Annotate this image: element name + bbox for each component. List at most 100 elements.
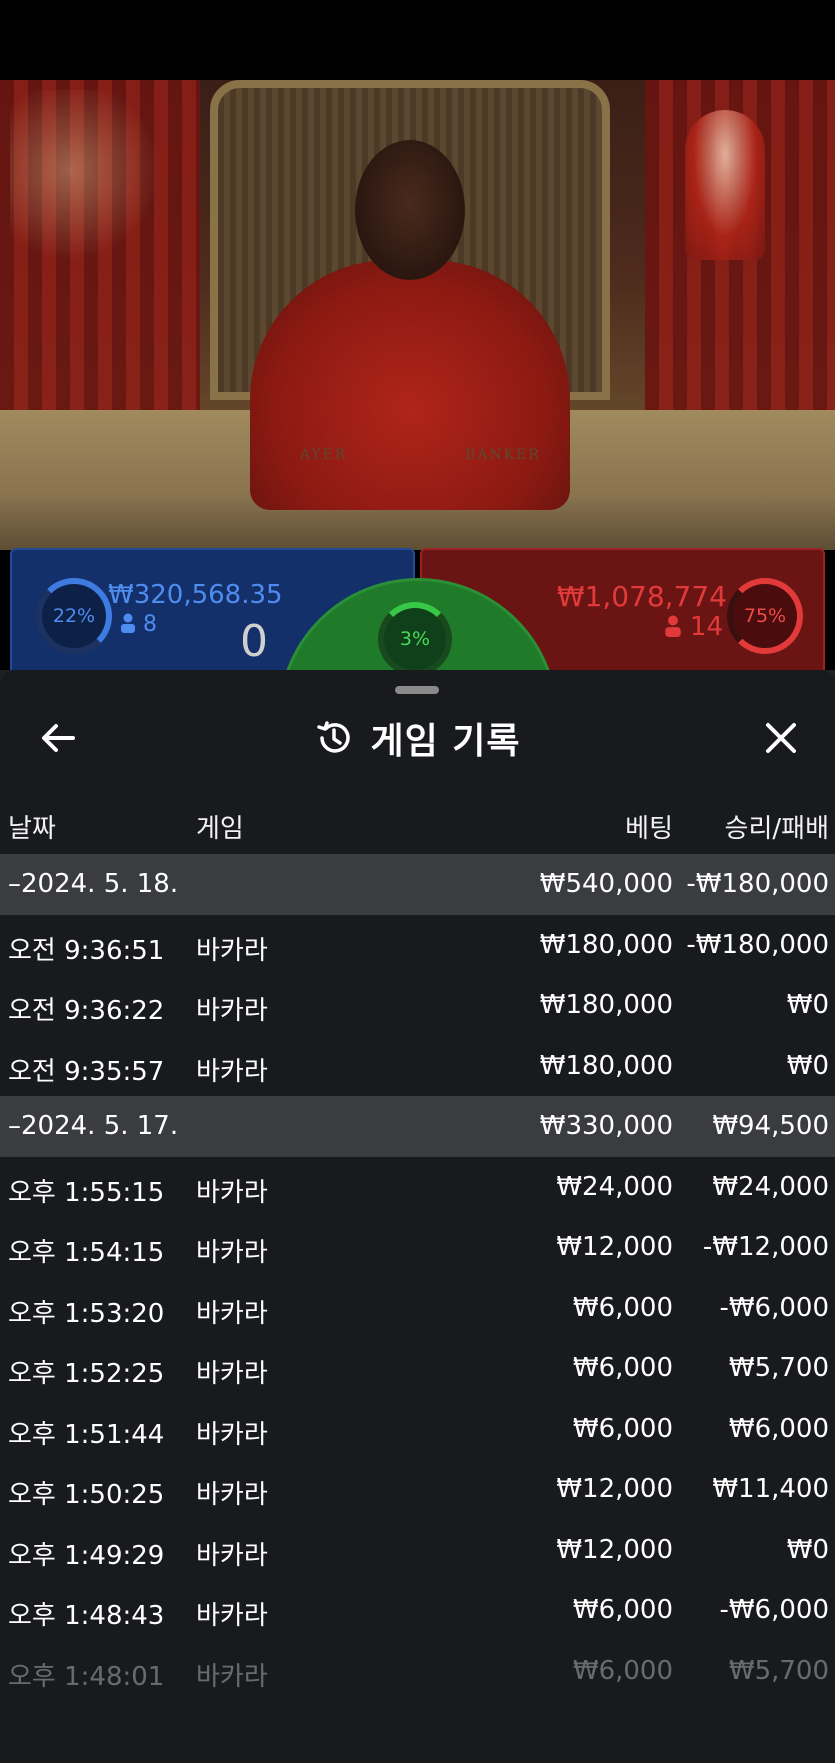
- row-result: ₩0: [786, 1050, 829, 1081]
- column-header-date: 날짜: [8, 814, 56, 844]
- banker-percent-ring: 75%: [727, 578, 803, 654]
- row-bet: ₩6,000: [572, 1655, 673, 1686]
- row-game: 바카라: [196, 935, 268, 966]
- row-result: ₩24,000: [712, 1171, 829, 1202]
- date-group-row[interactable]: –2024. 5. 17. ₩330,000 ₩94,500: [0, 1096, 835, 1157]
- close-button[interactable]: [757, 714, 805, 762]
- row-result: ₩0: [786, 990, 829, 1020]
- history-row: 오후 1:53:20 바카라 ₩6,000 -₩6,000: [0, 1278, 835, 1339]
- table-label-banker: BANKER: [465, 447, 541, 463]
- row-result: ₩94,500: [712, 1111, 829, 1141]
- column-header-bet: 베팅: [625, 814, 673, 844]
- player-score: 0: [240, 616, 268, 667]
- row-result: ₩6,000: [728, 1413, 829, 1444]
- history-clock-icon: [317, 721, 351, 753]
- live-dealer-video: AYER BANKER: [0, 80, 835, 550]
- row-bet: ₩6,000: [572, 1595, 673, 1625]
- history-row: 오전 9:36:51 바카라 ₩180,000 -₩180,000: [0, 915, 835, 976]
- row-result: ₩11,400: [712, 1474, 829, 1504]
- history-row: 오후 1:49:29 바카라 ₩12,000 ₩0: [0, 1520, 835, 1581]
- history-row: 오후 1:51:44 바카라 ₩6,000 ₩6,000: [0, 1399, 835, 1460]
- row-bet: ₩330,000: [539, 1111, 673, 1141]
- history-row: 오후 1:54:15 바카라 ₩12,000 -₩12,000: [0, 1217, 835, 1278]
- row-game: 바카라: [196, 1540, 268, 1571]
- row-game: 바카라: [196, 1238, 268, 1268]
- player-percent: 22%: [52, 605, 96, 627]
- tie-percent-ring: 3%: [378, 602, 452, 676]
- player-percent-ring: 22%: [36, 578, 112, 654]
- row-time: –2024. 5. 18.: [8, 869, 179, 899]
- row-result: -₩6,000: [719, 1595, 829, 1625]
- row-time: 오전 9:36:51: [8, 935, 165, 966]
- row-bet: ₩540,000: [539, 869, 673, 899]
- history-row: 오후 1:48:43 바카라 ₩6,000 -₩6,000: [0, 1580, 835, 1641]
- sheet-drag-handle[interactable]: [395, 686, 439, 694]
- banker-total-amount: ₩1,078,774: [556, 580, 727, 613]
- row-time: 오후 1:51:44: [8, 1419, 165, 1450]
- row-bet: ₩6,000: [572, 1413, 673, 1444]
- status-bar-area: [0, 0, 835, 80]
- background-dealer: [685, 110, 765, 260]
- dealer-head: [355, 140, 465, 280]
- player-total-amount: ₩320,568.35: [108, 580, 283, 610]
- row-game: 바카라: [196, 1601, 268, 1631]
- row-time: 오후 1:48:43: [8, 1601, 165, 1631]
- row-time: 오후 1:50:25: [8, 1480, 165, 1510]
- person-icon: [664, 615, 681, 637]
- table-label-player: AYER: [300, 447, 348, 463]
- dealer-figure: [250, 260, 570, 510]
- row-bet: ₩12,000: [556, 1232, 673, 1262]
- history-row: 오전 9:36:22 바카라 ₩180,000 ₩0: [0, 975, 835, 1036]
- row-time: 오후 1:55:15: [8, 1177, 165, 1208]
- history-row: 오후 1:52:25 바카라 ₩6,000 ₩5,700: [0, 1338, 835, 1399]
- row-result: ₩5,700: [728, 1655, 829, 1686]
- row-game: 바카라: [196, 1056, 268, 1087]
- column-header-game: 게임: [196, 814, 244, 844]
- history-row: 오후 1:55:15 바카라 ₩24,000 ₩24,000: [0, 1157, 835, 1218]
- row-time: 오전 9:36:22: [8, 996, 165, 1026]
- row-time: 오후 1:52:25: [8, 1359, 165, 1389]
- date-group-row[interactable]: –2024. 5. 18. ₩540,000 -₩180,000: [0, 854, 835, 915]
- row-bet: ₩24,000: [556, 1171, 673, 1202]
- row-bet: ₩12,000: [556, 1534, 673, 1565]
- tie-percent: 3%: [399, 628, 431, 650]
- lamp-decor: [10, 90, 160, 290]
- column-header-result: 승리/패배: [724, 814, 829, 844]
- row-result: ₩0: [786, 1534, 829, 1565]
- row-time: 오후 1:49:29: [8, 1540, 165, 1571]
- row-bet: ₩6,000: [572, 1353, 673, 1383]
- row-bet: ₩6,000: [572, 1292, 673, 1323]
- row-bet: ₩180,000: [539, 1050, 673, 1081]
- row-bet: ₩180,000: [539, 929, 673, 960]
- row-time: 오후 1:53:20: [8, 1298, 165, 1329]
- row-game: 바카라: [196, 1419, 268, 1450]
- row-result: -₩6,000: [719, 1292, 829, 1323]
- row-time: 오후 1:48:01: [8, 1661, 165, 1692]
- row-bet: ₩12,000: [556, 1474, 673, 1504]
- page-title: 게임 기록: [370, 721, 521, 762]
- player-bettor-count: 8: [120, 612, 157, 637]
- row-game: 바카라: [196, 1661, 268, 1692]
- row-result: ₩5,700: [728, 1353, 829, 1383]
- history-row: 오후 1:50:25 바카라 ₩12,000 ₩11,400: [0, 1459, 835, 1520]
- row-game: 바카라: [196, 1177, 268, 1208]
- person-icon: [121, 613, 135, 633]
- row-result: -₩180,000: [686, 869, 829, 899]
- row-game: 바카라: [196, 1298, 268, 1329]
- history-list: –2024. 5. 18. ₩540,000 -₩180,000 오전 9:36:51…: [0, 854, 835, 1701]
- game-history-sheet: 게임 기록 날짜 게임 베팅 승리/패배 –2024. 5. 18. ₩540,0…: [0, 670, 835, 1763]
- history-row: 오전 9:35:57 바카라 ₩180,000 ₩0: [0, 1036, 835, 1097]
- row-result: -₩180,000: [686, 929, 829, 960]
- row-game: 바카라: [196, 1480, 268, 1510]
- row-game: 바카라: [196, 996, 268, 1026]
- row-bet: ₩180,000: [539, 990, 673, 1020]
- close-icon: [766, 723, 796, 753]
- row-result: -₩12,000: [702, 1232, 829, 1262]
- sheet-header: 게임 기록: [0, 714, 835, 762]
- history-row: 오후 1:48:01 바카라 ₩6,000 ₩5,700: [0, 1641, 835, 1702]
- row-game: 바카라: [196, 1359, 268, 1389]
- row-time: 오전 9:35:57: [8, 1056, 165, 1087]
- banker-bettor-count: 14: [664, 612, 723, 642]
- row-time: 오후 1:54:15: [8, 1238, 165, 1268]
- row-time: –2024. 5. 17.: [8, 1111, 179, 1141]
